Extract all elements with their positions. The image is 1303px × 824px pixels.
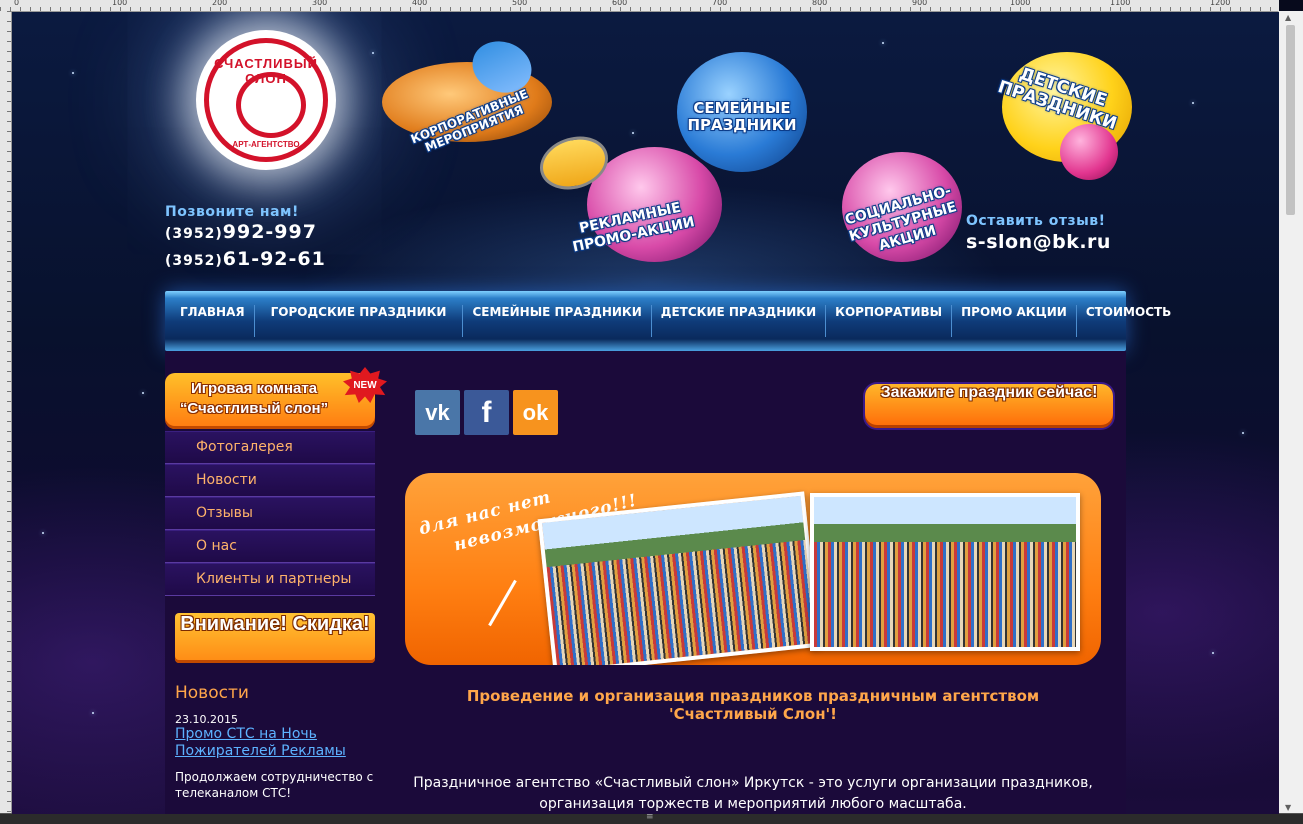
intro-text: Праздничное агентство «Счастливый слон» … (405, 773, 1101, 814)
ruler-mark: 1200 (1210, 0, 1231, 7)
intro-line-2: организация торжеств и мероприятий любог… (539, 796, 967, 812)
phone-value: 61-92-61 (222, 248, 326, 270)
logo-subtitle: АРТ-АГЕНТСТВО (232, 140, 300, 149)
email-link[interactable]: s-slon@bk.ru (966, 231, 1111, 253)
star (372, 52, 374, 54)
ruler-mark: 100 (112, 0, 128, 7)
star (142, 392, 144, 394)
ruler-mark: 300 (312, 0, 328, 7)
star (72, 72, 74, 74)
ruler-mark: 400 (412, 0, 428, 7)
crowd-photo (537, 491, 821, 665)
star (1242, 432, 1244, 434)
star (1192, 102, 1194, 104)
ruler-mark: 0 (14, 0, 20, 7)
title-line-2: 'Счастливый Слон'! (669, 705, 837, 723)
page-title: Проведение и организация праздников праз… (405, 687, 1101, 723)
playroom-line-1: Игровая комната (190, 380, 318, 397)
news-link[interactable]: Промо СТС на Ночь Пожирателей Рекламы (175, 726, 375, 760)
star (632, 132, 634, 134)
nav-item-promo[interactable]: ПРОМО АКЦИИ (952, 305, 1077, 337)
nav-item-pricing[interactable]: СТОИМОСТЬ (1077, 305, 1181, 337)
ruler-mark: 700 (712, 0, 728, 7)
crowd-photo (810, 493, 1080, 651)
playroom-line-2: “Счастливый слон” (179, 400, 329, 417)
new-badge: NEW (343, 367, 387, 403)
nav-item-home[interactable]: ГЛАВНАЯ (171, 305, 255, 337)
star (882, 42, 884, 44)
hero-banner[interactable]: для нас нет невозможного!!! (405, 473, 1101, 665)
phone-code: (3952) (165, 253, 223, 269)
vertical-ruler (0, 11, 12, 814)
ruler-mark: 500 (512, 0, 528, 7)
sidebar-item-about[interactable]: О нас (165, 530, 375, 563)
review-contact: Оставить отзыв! s-slon@bk.ru (966, 213, 1111, 253)
discount-banner[interactable]: Внимание! Скидка! (175, 613, 375, 663)
sidebar-item-clients[interactable]: Клиенты и партнеры (165, 563, 375, 596)
magic-wand-icon (488, 579, 517, 627)
vk-icon[interactable]: vk (415, 390, 460, 435)
nav-item-family-holidays[interactable]: СЕМЕЙНЫЕ ПРАЗДНИКИ (463, 305, 652, 337)
nav-item-corporate[interactable]: КОРПОРАТИВЫ (826, 305, 953, 337)
vertical-scrollbar[interactable]: ▲ ▼ (1278, 11, 1303, 814)
sidebar-item-reviews[interactable]: Отзывы (165, 497, 375, 530)
star (1212, 652, 1214, 654)
phone-code: (3952) (165, 226, 223, 242)
star (92, 712, 94, 714)
odnoklassniki-icon[interactable]: ok (513, 390, 558, 435)
ruler-mark: 900 (912, 0, 928, 7)
nav-item-kids-holidays[interactable]: ДЕТСКИЕ ПРАЗДНИКИ (652, 305, 827, 337)
phone-value: 992-997 (222, 221, 317, 243)
horizontal-ruler: 0 100 200 300 400 500 600 700 800 900 10… (0, 0, 1279, 12)
order-now-button[interactable]: Закажите праздник сейчас! (865, 384, 1113, 428)
title-line-1: Проведение и организация праздников праз… (466, 687, 1040, 705)
phone-number: (3952)992-997 (165, 220, 326, 247)
facebook-icon[interactable]: f (464, 390, 509, 435)
family-holidays-bubble[interactable]: СЕМЕЙНЫЕ ПРАЗДНИКИ (667, 100, 817, 134)
scroll-down-icon[interactable]: ▼ (1285, 803, 1291, 812)
ruler-mark: 200 (212, 0, 228, 7)
news-widget: Новости 23.10.2015 Промо СТС на Ночь Пож… (175, 683, 375, 801)
intro-line-1: Праздничное агентство «Счастливый слон» … (413, 775, 1093, 791)
news-heading: Новости (175, 683, 249, 703)
sidebar-item-gallery[interactable]: Фотогалерея (165, 431, 375, 464)
news-text: Продолжаем сотрудничество с телеканалом … (175, 770, 374, 800)
logo[interactable]: СЧАСТЛИВЫЙ СЛОН АРТ-АГЕНТСТВО (196, 30, 336, 170)
scrollbar-thumb[interactable] (1286, 25, 1295, 215)
star (42, 532, 44, 534)
ruler-mark: 1100 (1110, 0, 1131, 7)
nav-item-city-holidays[interactable]: ГОРОДСКИЕ ПРАЗДНИКИ (255, 305, 464, 337)
ruler-mark: 600 (612, 0, 628, 7)
phone-contact: Позвоните нам! (3952)992-997 (3952)61-92… (165, 204, 326, 274)
sidebar-menu: Фотогалерея Новости Отзывы О нас Клиенты… (165, 431, 375, 596)
sidebar-item-news[interactable]: Новости (165, 464, 375, 497)
phone-number: (3952)61-92-61 (165, 247, 326, 274)
ruler-mark: 800 (812, 0, 828, 7)
main-navigation: ГЛАВНАЯ ГОРОДСКИЕ ПРАЗДНИКИ СЕМЕЙНЫЕ ПРА… (165, 291, 1171, 351)
bottom-bar: ≡ (0, 812, 1303, 824)
review-link[interactable]: Оставить отзыв! (966, 213, 1111, 229)
content-area: Игровая комната “Счастливый слон” NEW Фот… (165, 351, 1126, 814)
call-label: Позвоните нам! (165, 204, 299, 220)
playroom-banner[interactable]: Игровая комната “Счастливый слон” NEW (165, 367, 387, 429)
news-date: 23.10.2015 (175, 713, 238, 726)
logo-text: СЧАСТЛИВЫЙ СЛОН (214, 56, 318, 86)
web-page: СЧАСТЛИВЫЙ СЛОН АРТ-АГЕНТСТВО Позвоните … (12, 12, 1279, 814)
scroll-up-icon[interactable]: ▲ (1285, 13, 1291, 22)
ruler-mark: 1000 (1010, 0, 1031, 7)
